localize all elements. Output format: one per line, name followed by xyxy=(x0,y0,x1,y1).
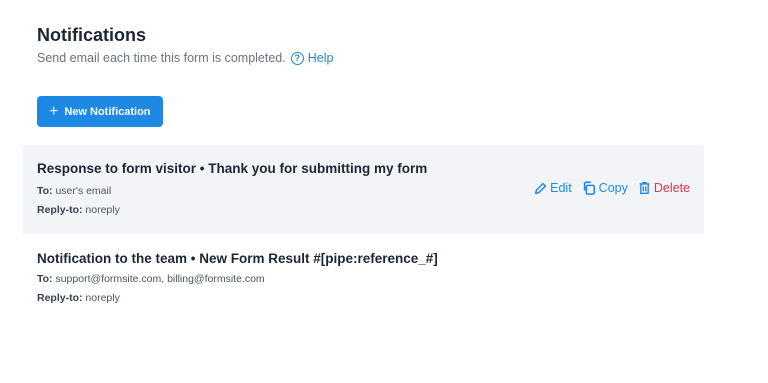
notification-to: To: user's email xyxy=(37,185,112,197)
pencil-icon xyxy=(535,182,547,194)
notification-reply-to: Reply-to: noreply xyxy=(37,292,120,304)
help-link[interactable]: ? Help xyxy=(290,51,334,65)
notification-item[interactable]: Notification to the team • New Form Resu… xyxy=(23,236,704,316)
notification-reply-to: Reply-to: noreply xyxy=(37,204,120,216)
help-label: Help xyxy=(307,51,334,65)
trash-icon xyxy=(639,182,650,194)
notification-title: Notification to the team • New Form Resu… xyxy=(37,251,438,266)
notification-to: To: support@formsite.com, billing@formsi… xyxy=(37,273,265,285)
page-header: Notifications Send email each time this … xyxy=(37,24,333,65)
new-notification-label: New Notification xyxy=(64,105,151,118)
notification-item[interactable]: Response to form visitor • Thank you for… xyxy=(23,145,704,234)
help-icon: ? xyxy=(290,51,304,65)
copy-button[interactable]: Copy xyxy=(582,181,628,195)
new-notification-button[interactable]: + New Notification xyxy=(37,96,163,127)
notification-actions: Edit Copy Delete xyxy=(534,181,690,195)
notification-title: Response to form visitor • Thank you for… xyxy=(37,161,428,176)
page-subtitle: Send email each time this form is comple… xyxy=(37,51,333,65)
subtitle-text: Send email each time this form is comple… xyxy=(37,51,286,65)
edit-button[interactable]: Edit xyxy=(534,181,572,195)
copy-icon xyxy=(583,181,595,195)
plus-icon: + xyxy=(49,102,59,120)
delete-button[interactable]: Delete xyxy=(638,181,690,195)
page-title: Notifications xyxy=(37,25,147,45)
